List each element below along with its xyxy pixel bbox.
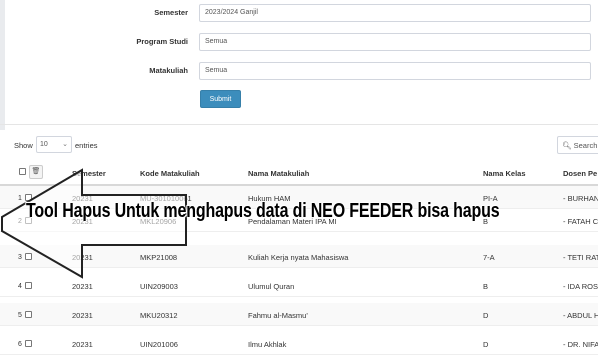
entries-label: entries [75, 141, 98, 150]
table-row: 5 20231 MKU20312 Fahmu al-Masmu' D - ABD… [0, 303, 598, 326]
matakuliah-row: Matakuliah Semua [0, 62, 598, 80]
cell-dosen: - IDA ROSY [563, 282, 598, 291]
trash-icon: 🗑 [31, 168, 41, 175]
table-header: 🗑 Semester Kode Matakuliah Nama Matakuli… [0, 160, 598, 186]
cell-semester: 20231 [72, 282, 93, 291]
row-number: 1 [18, 195, 22, 202]
semester-label: Semester [154, 8, 188, 17]
col-dosen[interactable]: Dosen Pe [563, 169, 597, 178]
show-label: Show [14, 141, 33, 150]
row-checkbox[interactable] [25, 311, 32, 318]
cell-dosen: - BURHAN [563, 194, 598, 203]
cell-semester: 20231 [72, 253, 93, 262]
row-checkbox[interactable] [25, 340, 32, 347]
submit-button[interactable]: Submit [200, 90, 241, 108]
cell-dosen: - FATAH C [563, 217, 598, 226]
cell-kode: MKU20312 [140, 311, 178, 320]
section-divider [0, 124, 598, 125]
page-size-select[interactable]: 10 ⌄ [36, 136, 72, 153]
table-row: 6 20231 UIN201006 Ilmu Akhlak D - DR. NI… [0, 332, 598, 355]
program-studi-row: Program Studi Semua [0, 33, 598, 51]
cell-semester: 20231 [72, 340, 93, 349]
cell-kode: MKP21008 [140, 253, 178, 262]
row-number: 5 [18, 312, 22, 319]
row-number: 4 [18, 283, 22, 290]
cell-kelas: D [483, 340, 489, 349]
annotation-caption: Tool Hapus Untuk menghapus data di NEO F… [26, 200, 500, 222]
cell-nama: Ilmu Akhlak [248, 340, 287, 349]
semester-row: Semester 2023/2024 Ganjil [0, 4, 598, 22]
search-input[interactable]: 🔍︎ Search [557, 136, 598, 154]
table-row: 3 20231 MKP21008 Kuliah Kerja nyata Maha… [0, 245, 598, 268]
cell-kode: UIN209003 [140, 282, 178, 291]
row-number: 3 [18, 254, 22, 261]
program-studi-label: Program Studi [136, 37, 188, 46]
matakuliah-label: Matakuliah [149, 66, 188, 75]
search-label: Search [573, 141, 598, 150]
cell-nama: Fahmu al-Masmu' [248, 311, 308, 320]
cell-kelas: B [483, 282, 489, 291]
matakuliah-select[interactable]: Semua [199, 62, 591, 80]
row-checkbox[interactable] [25, 282, 32, 289]
row-checkbox[interactable] [25, 253, 32, 260]
cell-kelas: 7-A [483, 253, 495, 262]
cell-nama: Ulumul Quran [248, 282, 295, 291]
chevron-down-icon: ⌄ [62, 141, 68, 148]
cell-kelas: D [483, 311, 489, 320]
col-nama-kelas[interactable]: Nama Kelas [483, 169, 526, 178]
search-icon: 🔍︎ [562, 141, 572, 150]
col-semester[interactable]: Semester [72, 169, 106, 178]
page-size-value: 10 [40, 141, 48, 148]
cell-dosen: - DR. NIFA [563, 340, 598, 349]
delete-button[interactable]: 🗑 [29, 165, 43, 179]
program-studi-select[interactable]: Semua [199, 33, 591, 51]
table-row: 4 20231 UIN209003 Ulumul Quran B - IDA R… [0, 274, 598, 297]
cell-nama: Kuliah Kerja nyata Mahasiswa [248, 253, 349, 262]
cell-dosen: - TETI RAT [563, 253, 598, 262]
row-number: 2 [18, 218, 22, 225]
cell-dosen: - ABDUL H [563, 311, 598, 320]
cell-kode: UIN201006 [140, 340, 178, 349]
cell-semester: 20231 [72, 311, 93, 320]
col-nama-matakuliah[interactable]: Nama Matakuliah [248, 169, 309, 178]
col-kode-matakuliah[interactable]: Kode Matakuliah [140, 169, 200, 178]
row-number: 6 [18, 341, 22, 348]
semester-select[interactable]: 2023/2024 Ganjil [199, 4, 591, 22]
select-all-checkbox[interactable] [19, 168, 26, 175]
